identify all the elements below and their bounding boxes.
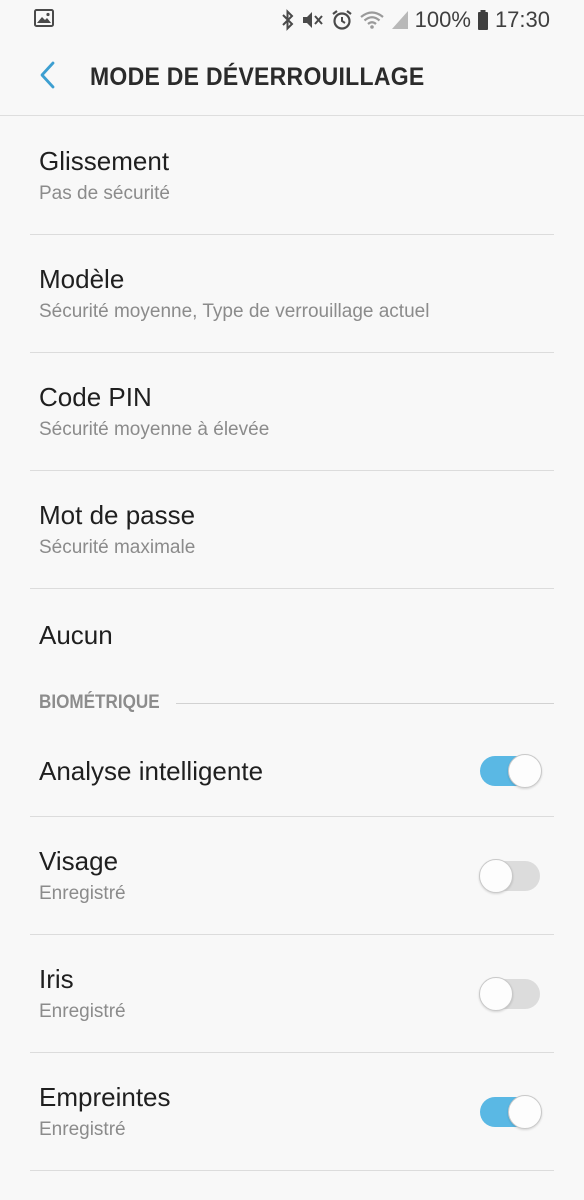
biometric-item-iris[interactable]: Iris Enregistré [0, 935, 584, 1053]
option-title: Modèle [39, 264, 125, 294]
item-texts: Visage Enregistré [39, 844, 126, 908]
alarm-icon [331, 9, 353, 31]
divider [30, 1170, 554, 1171]
option-title: Analyse intelligente [39, 756, 264, 786]
settings-list: Glissement Pas de sécurité Modèle Sécuri… [0, 117, 584, 1171]
toggle-knob [479, 977, 513, 1011]
option-title: Mot de passe [39, 500, 196, 530]
option-title: Visage [39, 846, 119, 876]
biometric-section-header: BIOMÉTRIQUE [0, 681, 584, 725]
iris-toggle[interactable] [479, 977, 542, 1011]
back-arrow-icon [38, 60, 58, 95]
gallery-icon [34, 8, 54, 32]
item-texts: Iris Enregistré [39, 962, 126, 1026]
toggle-knob [479, 859, 513, 893]
lock-option-pin[interactable]: Code PIN Sécurité moyenne à élevée [0, 353, 584, 471]
status-bar: 100% 17:30 [0, 0, 584, 40]
toggle-knob [508, 1095, 542, 1129]
item-texts: Empreintes Enregistré [39, 1080, 171, 1144]
bluetooth-icon [281, 9, 295, 31]
option-title: Glissement [39, 146, 170, 176]
face-toggle[interactable] [479, 859, 542, 893]
battery-icon [477, 9, 489, 31]
lock-option-swipe[interactable]: Glissement Pas de sécurité [0, 117, 584, 235]
toggle-knob [508, 754, 542, 788]
status-left [34, 8, 54, 32]
biometric-item-fingerprints[interactable]: Empreintes Enregistré [0, 1053, 584, 1171]
option-subtitle: Sécurité moyenne, Type de verrouillage a… [39, 301, 430, 322]
biometric-item-face[interactable]: Visage Enregistré [0, 817, 584, 935]
section-line [176, 703, 554, 704]
signal-icon [391, 10, 409, 30]
item-texts: Analyse intelligente [39, 754, 263, 788]
status-time: 17:30 [494, 7, 550, 32]
option-subtitle: Sécurité maximale [39, 537, 196, 558]
option-subtitle: Pas de sécurité [39, 183, 170, 204]
wifi-icon [359, 10, 385, 30]
lock-option-pattern[interactable]: Modèle Sécurité moyenne, Type de verroui… [0, 235, 584, 353]
app-bar: MODE DE DÉVERROUILLAGE [0, 40, 584, 116]
intelligent-scan-toggle[interactable] [480, 754, 542, 788]
biometric-item-intelligent-scan[interactable]: Analyse intelligente [0, 725, 584, 817]
back-button[interactable] [18, 48, 78, 108]
lock-option-password[interactable]: Mot de passe Sécurité maximale [0, 471, 584, 589]
battery-percent: 100% [414, 7, 471, 32]
option-subtitle: Sécurité moyenne à élevée [39, 419, 270, 440]
page-title: MODE DE DÉVERROUILLAGE [90, 63, 425, 91]
mute-icon [301, 9, 325, 31]
lock-option-none[interactable]: Aucun [0, 589, 584, 681]
status-right: 100% 17:30 [281, 7, 550, 33]
option-title: Iris [39, 964, 74, 994]
option-title: Empreintes [39, 1082, 171, 1112]
option-subtitle: Enregistré [39, 883, 126, 904]
option-title: Aucun [39, 620, 113, 650]
option-title: Code PIN [39, 382, 152, 412]
option-subtitle: Enregistré [39, 1119, 126, 1140]
option-subtitle: Enregistré [39, 1001, 126, 1022]
fingerprints-toggle[interactable] [480, 1095, 542, 1129]
section-label: BIOMÉTRIQUE [39, 692, 160, 713]
